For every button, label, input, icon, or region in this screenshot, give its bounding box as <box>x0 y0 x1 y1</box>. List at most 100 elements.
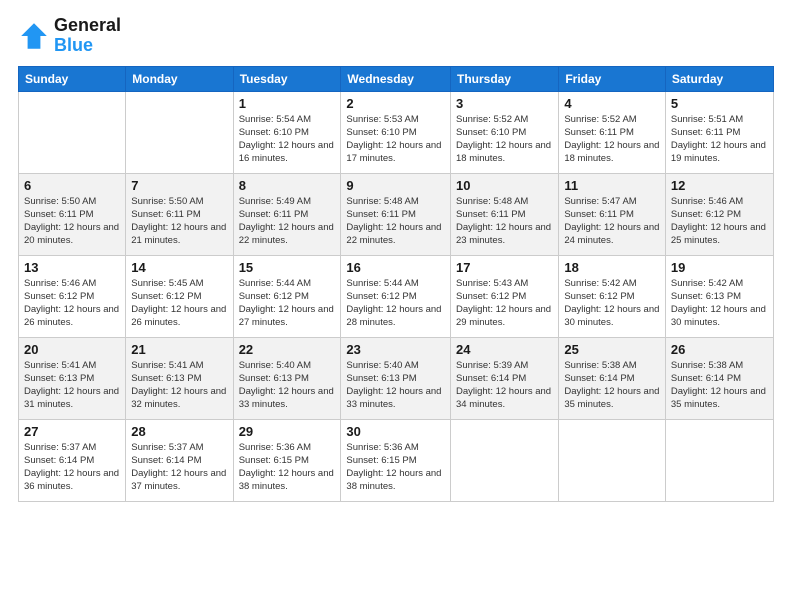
calendar-cell: 18 Sunrise: 5:42 AM Sunset: 6:12 PM Dayli… <box>559 255 666 337</box>
calendar-week-row: 20 Sunrise: 5:41 AM Sunset: 6:13 PM Dayli… <box>19 337 774 419</box>
day-number: 24 <box>456 342 553 357</box>
day-number: 28 <box>131 424 227 439</box>
weekday-header-row: SundayMondayTuesdayWednesdayThursdayFrid… <box>19 66 774 91</box>
day-number: 18 <box>564 260 660 275</box>
day-number: 29 <box>239 424 336 439</box>
day-number: 22 <box>239 342 336 357</box>
calendar-cell: 20 Sunrise: 5:41 AM Sunset: 6:13 PM Dayli… <box>19 337 126 419</box>
calendar-cell: 1 Sunrise: 5:54 AM Sunset: 6:10 PM Daylig… <box>233 91 341 173</box>
day-number: 6 <box>24 178 120 193</box>
calendar-cell: 13 Sunrise: 5:46 AM Sunset: 6:12 PM Dayli… <box>19 255 126 337</box>
calendar-cell: 12 Sunrise: 5:46 AM Sunset: 6:12 PM Dayli… <box>665 173 773 255</box>
day-number: 21 <box>131 342 227 357</box>
day-number: 1 <box>239 96 336 111</box>
day-info: Sunrise: 5:37 AM Sunset: 6:14 PM Dayligh… <box>24 441 120 494</box>
day-number: 3 <box>456 96 553 111</box>
calendar-cell: 6 Sunrise: 5:50 AM Sunset: 6:11 PM Daylig… <box>19 173 126 255</box>
day-info: Sunrise: 5:52 AM Sunset: 6:11 PM Dayligh… <box>564 113 660 166</box>
day-number: 2 <box>346 96 445 111</box>
day-number: 26 <box>671 342 768 357</box>
day-number: 14 <box>131 260 227 275</box>
calendar-cell: 16Sunrise: 5:44 AM Sunset: 6:12 PM Dayli… <box>341 255 451 337</box>
weekday-header: Sunday <box>19 66 126 91</box>
weekday-header: Monday <box>126 66 233 91</box>
day-info: Sunrise: 5:50 AM Sunset: 6:11 PM Dayligh… <box>24 195 120 248</box>
logo: General Blue <box>18 16 121 56</box>
day-info: Sunrise: 5:44 AM Sunset: 6:12 PM Dayligh… <box>239 277 336 330</box>
calendar-cell: 15 Sunrise: 5:44 AM Sunset: 6:12 PM Dayli… <box>233 255 341 337</box>
day-info: Sunrise: 5:38 AM Sunset: 6:14 PM Dayligh… <box>671 359 768 412</box>
calendar-cell: 19 Sunrise: 5:42 AM Sunset: 6:13 PM Dayli… <box>665 255 773 337</box>
weekday-header: Wednesday <box>341 66 451 91</box>
day-info: Sunrise: 5:48 AM Sunset: 6:11 PM Dayligh… <box>346 195 445 248</box>
day-number: 17 <box>456 260 553 275</box>
calendar-cell <box>126 91 233 173</box>
day-number: 5 <box>671 96 768 111</box>
weekday-header: Saturday <box>665 66 773 91</box>
calendar-cell: 27 Sunrise: 5:37 AM Sunset: 6:14 PM Dayli… <box>19 419 126 501</box>
day-info: Sunrise: 5:36 AM Sunset: 6:15 PM Dayligh… <box>346 441 445 494</box>
calendar-cell: 22 Sunrise: 5:40 AM Sunset: 6:13 PM Dayli… <box>233 337 341 419</box>
weekday-header: Tuesday <box>233 66 341 91</box>
day-info: Sunrise: 5:41 AM Sunset: 6:13 PM Dayligh… <box>24 359 120 412</box>
header: General Blue <box>18 16 774 56</box>
calendar-cell: 14 Sunrise: 5:45 AM Sunset: 6:12 PM Dayli… <box>126 255 233 337</box>
day-info: Sunrise: 5:45 AM Sunset: 6:12 PM Dayligh… <box>131 277 227 330</box>
day-info: Sunrise: 5:41 AM Sunset: 6:13 PM Dayligh… <box>131 359 227 412</box>
day-number: 27 <box>24 424 120 439</box>
logo-icon <box>18 20 50 52</box>
day-info: Sunrise: 5:40 AM Sunset: 6:13 PM Dayligh… <box>239 359 336 412</box>
day-number: 12 <box>671 178 768 193</box>
day-number: 15 <box>239 260 336 275</box>
day-number: 16 <box>346 260 445 275</box>
calendar-cell: 30 Sunrise: 5:36 AM Sunset: 6:15 PM Dayli… <box>341 419 451 501</box>
day-number: 13 <box>24 260 120 275</box>
day-info: Sunrise: 5:40 AM Sunset: 6:13 PM Dayligh… <box>346 359 445 412</box>
calendar-cell: 2 Sunrise: 5:53 AM Sunset: 6:10 PM Daylig… <box>341 91 451 173</box>
calendar-cell: 8Sunrise: 5:49 AM Sunset: 6:11 PM Daylig… <box>233 173 341 255</box>
calendar-cell <box>19 91 126 173</box>
calendar-cell <box>451 419 559 501</box>
day-info: Sunrise: 5:42 AM Sunset: 6:13 PM Dayligh… <box>671 277 768 330</box>
day-number: 23 <box>346 342 445 357</box>
calendar-week-row: 6 Sunrise: 5:50 AM Sunset: 6:11 PM Daylig… <box>19 173 774 255</box>
calendar-table: SundayMondayTuesdayWednesdayThursdayFrid… <box>18 66 774 502</box>
day-number: 30 <box>346 424 445 439</box>
day-info: Sunrise: 5:37 AM Sunset: 6:14 PM Dayligh… <box>131 441 227 494</box>
day-number: 10 <box>456 178 553 193</box>
day-info: Sunrise: 5:52 AM Sunset: 6:10 PM Dayligh… <box>456 113 553 166</box>
day-info: Sunrise: 5:43 AM Sunset: 6:12 PM Dayligh… <box>456 277 553 330</box>
calendar-cell <box>665 419 773 501</box>
day-info: Sunrise: 5:36 AM Sunset: 6:15 PM Dayligh… <box>239 441 336 494</box>
calendar-cell: 24 Sunrise: 5:39 AM Sunset: 6:14 PM Dayli… <box>451 337 559 419</box>
calendar-cell: 26 Sunrise: 5:38 AM Sunset: 6:14 PM Dayli… <box>665 337 773 419</box>
day-info: Sunrise: 5:46 AM Sunset: 6:12 PM Dayligh… <box>671 195 768 248</box>
calendar-cell: 4 Sunrise: 5:52 AM Sunset: 6:11 PM Daylig… <box>559 91 666 173</box>
weekday-header: Friday <box>559 66 666 91</box>
calendar-cell: 21 Sunrise: 5:41 AM Sunset: 6:13 PM Dayli… <box>126 337 233 419</box>
page: General Blue SundayMondayTuesdayWednesda… <box>0 0 792 612</box>
calendar-cell: 23 Sunrise: 5:40 AM Sunset: 6:13 PM Dayli… <box>341 337 451 419</box>
day-info: Sunrise: 5:47 AM Sunset: 6:11 PM Dayligh… <box>564 195 660 248</box>
calendar-cell: 25Sunrise: 5:38 AM Sunset: 6:14 PM Dayli… <box>559 337 666 419</box>
calendar-week-row: 1 Sunrise: 5:54 AM Sunset: 6:10 PM Daylig… <box>19 91 774 173</box>
day-number: 20 <box>24 342 120 357</box>
day-number: 9 <box>346 178 445 193</box>
calendar-cell: 3 Sunrise: 5:52 AM Sunset: 6:10 PM Daylig… <box>451 91 559 173</box>
calendar-cell: 10 Sunrise: 5:48 AM Sunset: 6:11 PM Dayli… <box>451 173 559 255</box>
day-info: Sunrise: 5:48 AM Sunset: 6:11 PM Dayligh… <box>456 195 553 248</box>
day-info: Sunrise: 5:50 AM Sunset: 6:11 PM Dayligh… <box>131 195 227 248</box>
day-number: 11 <box>564 178 660 193</box>
day-info: Sunrise: 5:54 AM Sunset: 6:10 PM Dayligh… <box>239 113 336 166</box>
calendar-cell: 28 Sunrise: 5:37 AM Sunset: 6:14 PM Dayli… <box>126 419 233 501</box>
day-info: Sunrise: 5:49 AM Sunset: 6:11 PM Dayligh… <box>239 195 336 248</box>
day-info: Sunrise: 5:39 AM Sunset: 6:14 PM Dayligh… <box>456 359 553 412</box>
calendar-cell: 7Sunrise: 5:50 AM Sunset: 6:11 PM Daylig… <box>126 173 233 255</box>
day-number: 4 <box>564 96 660 111</box>
day-info: Sunrise: 5:46 AM Sunset: 6:12 PM Dayligh… <box>24 277 120 330</box>
calendar-week-row: 27 Sunrise: 5:37 AM Sunset: 6:14 PM Dayli… <box>19 419 774 501</box>
day-number: 19 <box>671 260 768 275</box>
calendar-cell: 9 Sunrise: 5:48 AM Sunset: 6:11 PM Daylig… <box>341 173 451 255</box>
day-info: Sunrise: 5:42 AM Sunset: 6:12 PM Dayligh… <box>564 277 660 330</box>
day-info: Sunrise: 5:53 AM Sunset: 6:10 PM Dayligh… <box>346 113 445 166</box>
